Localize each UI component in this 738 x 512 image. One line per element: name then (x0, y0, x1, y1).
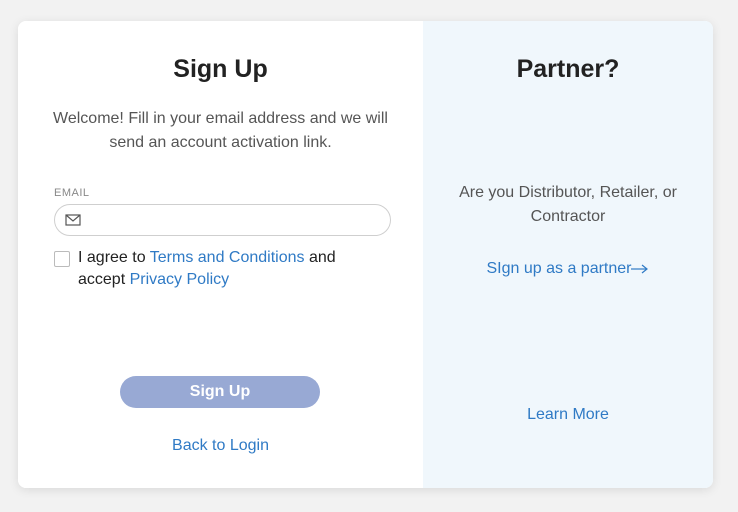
partner-panel: Partner? Are you Distributor, Retailer, … (423, 21, 713, 488)
envelope-icon (65, 214, 81, 226)
email-input[interactable] (91, 209, 385, 233)
learn-more-link[interactable]: Learn More (423, 406, 713, 424)
partner-signup-label: SIgn up as a partner (486, 260, 632, 277)
agree-checkbox[interactable] (54, 251, 70, 267)
partner-text: Are you Distributor, Retailer, or Contra… (459, 184, 677, 225)
signup-title: Sign Up (173, 55, 268, 83)
arrow-right-icon (631, 264, 649, 274)
privacy-link[interactable]: Privacy Policy (130, 271, 230, 288)
back-to-login-link[interactable]: Back to Login (18, 437, 423, 455)
agree-text: I agree to Terms and Conditions and acce… (78, 247, 378, 291)
agree-prefix: I agree to (78, 249, 150, 266)
partner-title: Partner? (516, 55, 620, 83)
signup-panel: Sign Up Welcome! Fill in your email addr… (18, 21, 423, 488)
partner-signup-link[interactable]: SIgn up as a partner (423, 260, 713, 278)
sign-up-button[interactable]: Sign Up (120, 376, 320, 408)
signup-card: Sign Up Welcome! Fill in your email addr… (18, 21, 713, 488)
welcome-text: Welcome! Fill in your email address and … (53, 110, 388, 151)
email-field[interactable] (54, 204, 391, 236)
email-label: EMAIL (54, 187, 90, 199)
terms-link[interactable]: Terms and Conditions (150, 249, 305, 266)
